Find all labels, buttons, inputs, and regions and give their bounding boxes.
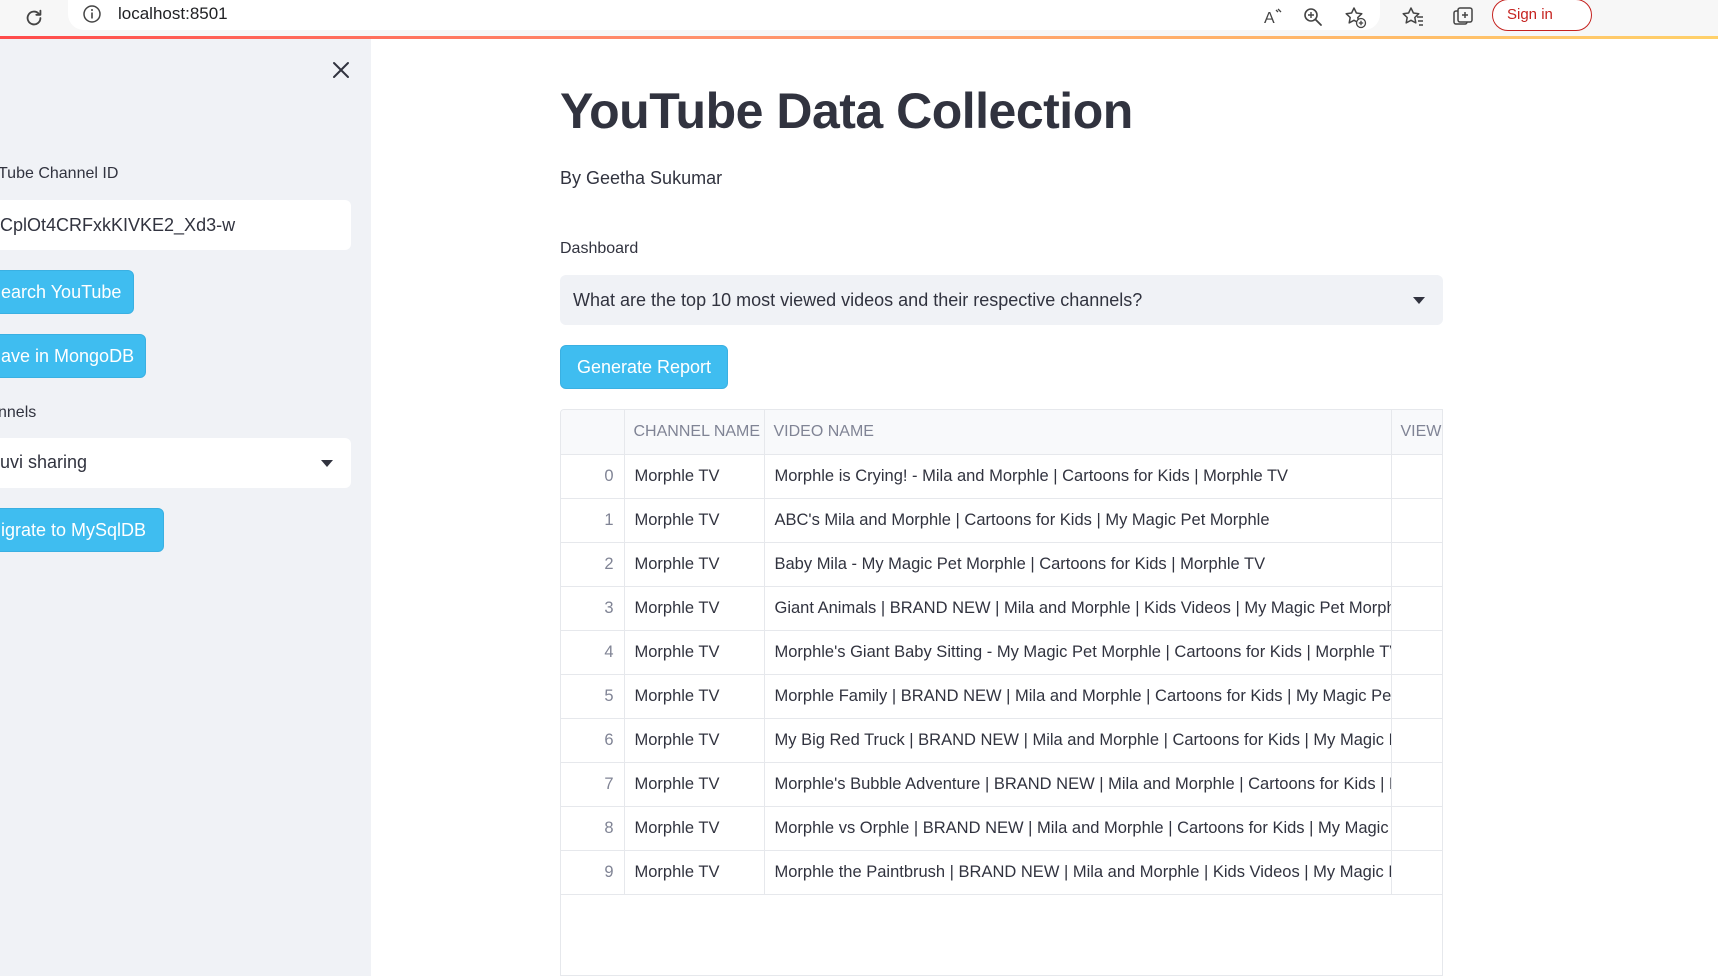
read-aloud-icon[interactable]: A <box>1258 2 1288 32</box>
byline: By Geetha Sukumar <box>560 168 723 188</box>
channel-name-cell[interactable]: Morphle TV <box>624 498 765 543</box>
migrate-mysql-button[interactable]: igrate to MySqlDB <box>0 508 164 552</box>
channel-name-cell[interactable]: Morphle TV <box>624 542 765 587</box>
favorite-add-icon[interactable] <box>1340 2 1370 32</box>
row-index-cell[interactable]: 8 <box>561 806 625 851</box>
table-row[interactable]: 6 Morphle TV My Big Red Truck | BRAND NEW … <box>561 718 1442 763</box>
video-name-cell[interactable]: Morphle the Paintbrush | BRAND NEW | Mil… <box>764 850 1392 895</box>
table-row[interactable]: 1 Morphle TV ABC's Mila and Morphle | Cart… <box>561 498 1442 543</box>
channel-name-cell[interactable]: Morphle TV <box>624 718 765 763</box>
channel-name-cell[interactable]: Morphle TV <box>624 586 765 631</box>
dashboard-query-value: What are the top 10 most viewed videos a… <box>573 290 1143 310</box>
info-icon[interactable] <box>82 4 102 24</box>
row-index-cell[interactable]: 4 <box>561 630 625 675</box>
results-table[interactable]: CHANNEL NAME VIDEO NAME VIEW 0 Morphle TV… <box>560 409 1443 976</box>
table-row[interactable]: 2 Morphle TV Baby Mila - My Magic Pet Morp… <box>561 542 1442 587</box>
channel-select[interactable]: uvi sharing <box>0 438 351 488</box>
url-text[interactable]: localhost:8501 <box>118 4 228 24</box>
row-index-cell[interactable]: 0 <box>561 454 625 499</box>
generate-report-button[interactable]: Generate Report <box>560 345 728 389</box>
video-name-cell[interactable]: My Big Red Truck | BRAND NEW | Mila and … <box>764 718 1392 763</box>
collections-icon[interactable] <box>1448 2 1478 32</box>
row-index-cell[interactable]: 2 <box>561 542 625 587</box>
zoom-icon[interactable] <box>1298 2 1328 32</box>
table-row[interactable]: 9 Morphle TV Morphle the Paintbrush | BRAN… <box>561 850 1442 895</box>
video-name-cell[interactable]: Giant Animals | BRAND NEW | Mila and Mor… <box>764 586 1392 631</box>
channel-id-label: Tube Channel ID <box>0 165 119 182</box>
page-title: YouTube Data Collection <box>560 83 1133 139</box>
table-row[interactable]: 4 Morphle TV Morphle's Giant Baby Sitting … <box>561 630 1442 675</box>
favorites-icon[interactable] <box>1398 2 1428 32</box>
chevron-down-icon <box>1413 297 1425 304</box>
views-cell[interactable]: 2,0 <box>1391 498 1442 543</box>
table-header-row: CHANNEL NAME VIDEO NAME VIEW <box>561 410 1442 455</box>
views-cell[interactable]: 1,0 <box>1391 806 1442 851</box>
channel-name-header[interactable]: CHANNEL NAME <box>624 410 765 455</box>
channel-name-cell[interactable]: Morphle TV <box>624 674 765 719</box>
row-index-cell[interactable]: 1 <box>561 498 625 543</box>
row-index-cell[interactable]: 9 <box>561 850 625 895</box>
views-cell[interactable]: 3,9 <box>1391 454 1442 499</box>
video-name-cell[interactable]: Baby Mila - My Magic Pet Morphle | Carto… <box>764 542 1392 587</box>
channel-name-cell[interactable]: Morphle TV <box>624 850 765 895</box>
video-name-cell[interactable]: Morphle is Crying! - Mila and Morphle | … <box>764 454 1392 499</box>
channel-id-input[interactable] <box>0 200 351 250</box>
table-row[interactable]: 7 Morphle TV Morphle's Bubble Adventure | … <box>561 762 1442 807</box>
svg-text:A: A <box>1264 10 1275 27</box>
channel-name-cell[interactable]: Morphle TV <box>624 806 765 851</box>
channel-select-value: uvi sharing <box>0 452 88 472</box>
table-row[interactable]: 3 Morphle TV Giant Animals | BRAND NEW | M… <box>561 586 1442 631</box>
video-name-cell[interactable]: Morphle's Bubble Adventure | BRAND NEW |… <box>764 762 1392 807</box>
sign-in-button[interactable]: Sign in <box>1492 0 1592 31</box>
search-youtube-button[interactable]: earch YouTube <box>0 270 134 314</box>
video-name-cell[interactable]: Morphle's Giant Baby Sitting - My Magic … <box>764 630 1392 675</box>
channel-name-cell[interactable]: Morphle TV <box>624 630 765 675</box>
address-bar[interactable]: localhost:8501 <box>68 0 1380 30</box>
browser-toolbar: localhost:8501 A Sign in <box>0 0 1718 38</box>
chevron-down-icon <box>321 460 333 467</box>
views-cell[interactable]: 1,2 <box>1391 762 1442 807</box>
channel-name-cell[interactable]: Morphle TV <box>624 454 765 499</box>
dashboard-label: Dashboard <box>560 240 639 257</box>
sidebar: Tube Channel ID earch YouTube ave in Mon… <box>0 39 371 976</box>
views-header[interactable]: VIEW <box>1391 410 1442 455</box>
index-header <box>561 410 625 455</box>
channel-name-cell[interactable]: Morphle TV <box>624 762 765 807</box>
views-cell[interactable]: 1,3 <box>1391 630 1442 675</box>
table-row[interactable]: 0 Morphle TV Morphle is Crying! - Mila and… <box>561 454 1442 499</box>
views-cell[interactable]: 1,3 <box>1391 674 1442 719</box>
save-mongodb-button[interactable]: ave in MongoDB <box>0 334 146 378</box>
dashboard-query-select[interactable]: What are the top 10 most viewed videos a… <box>560 275 1443 325</box>
row-index-cell[interactable]: 5 <box>561 674 625 719</box>
views-cell[interactable]: 1,5 <box>1391 586 1442 631</box>
video-name-cell[interactable]: ABC's Mila and Morphle | Cartoons for Ki… <box>764 498 1392 543</box>
channels-label: nnels <box>0 404 37 421</box>
views-cell[interactable]: 1,2 <box>1391 718 1442 763</box>
table-row[interactable]: 8 Morphle TV Morphle vs Orphle | BRAND NEW… <box>561 806 1442 851</box>
video-name-cell[interactable]: Morphle vs Orphle | BRAND NEW | Mila and… <box>764 806 1392 851</box>
video-name-header[interactable]: VIDEO NAME <box>764 410 1392 455</box>
row-index-cell[interactable]: 3 <box>561 586 625 631</box>
row-index-cell[interactable]: 6 <box>561 718 625 763</box>
views-cell[interactable]: 1,0 <box>1391 850 1442 895</box>
views-cell[interactable]: 1,7 <box>1391 542 1442 587</box>
reload-icon[interactable] <box>20 4 48 32</box>
row-index-cell[interactable]: 7 <box>561 762 625 807</box>
close-icon[interactable] <box>328 57 354 83</box>
table-row[interactable]: 5 Morphle TV Morphle Family | BRAND NEW | … <box>561 674 1442 719</box>
video-name-cell[interactable]: Morphle Family | BRAND NEW | Mila and Mo… <box>764 674 1392 719</box>
